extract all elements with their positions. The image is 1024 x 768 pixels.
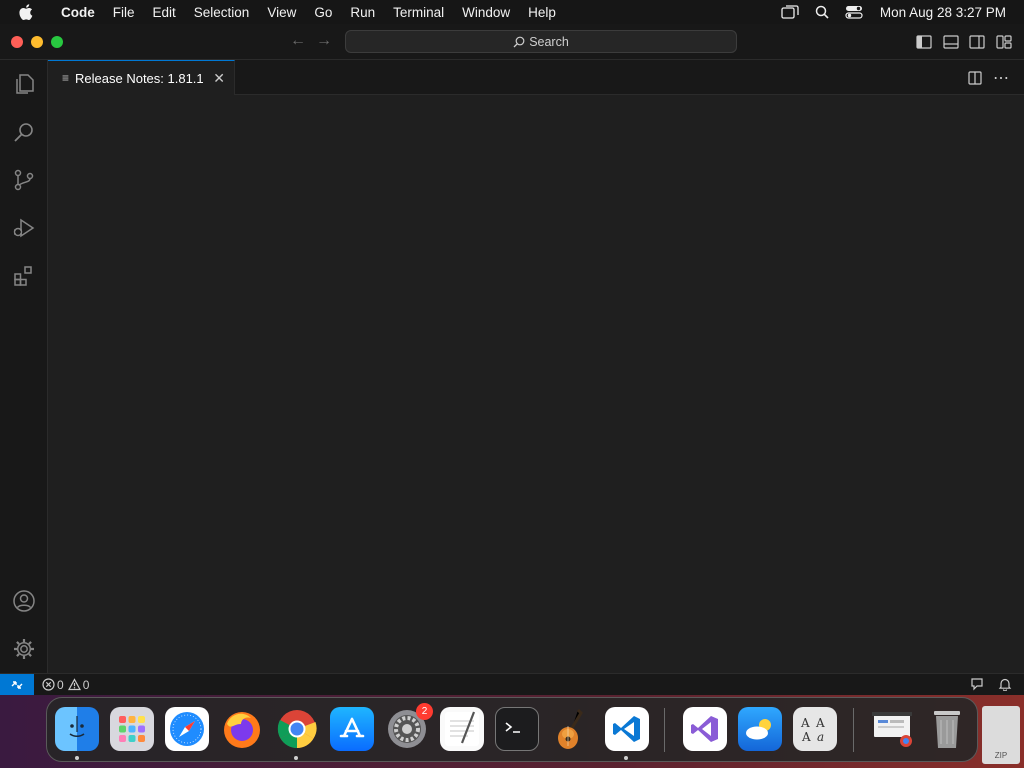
window-title-bar: ← → Search <box>0 24 1024 60</box>
menu-help[interactable]: Help <box>519 0 565 24</box>
menu-window[interactable]: Window <box>453 0 519 24</box>
safari-icon[interactable] <box>165 707 209 751</box>
extensions-icon[interactable] <box>0 252 48 300</box>
control-center-icon[interactable] <box>838 5 870 19</box>
weather-icon[interactable] <box>738 707 782 751</box>
toggle-secondary-sidebar-icon[interactable] <box>968 33 986 51</box>
editor-tab-bar: ≡ Release Notes: 1.81.1 ✕ ⋯ <box>48 60 1024 95</box>
finder-icon[interactable] <box>55 707 99 751</box>
chrome-running-indicator <box>294 756 298 760</box>
svg-text:A: A <box>801 730 811 744</box>
warning-icon <box>67 678 81 691</box>
firefox-icon[interactable] <box>220 707 264 751</box>
dock-separator <box>664 708 665 752</box>
zip-file-icon[interactable]: ZIP <box>982 706 1020 764</box>
terminal-icon[interactable] <box>495 707 539 751</box>
menu-view[interactable]: View <box>258 0 305 24</box>
remote-indicator-icon[interactable] <box>0 673 34 696</box>
feedback-icon[interactable] <box>970 677 984 694</box>
menu-run[interactable]: Run <box>341 0 384 24</box>
system-settings-icon[interactable]: 2 <box>385 703 433 751</box>
menu-edit[interactable]: Edit <box>144 0 185 24</box>
error-count: 0 <box>57 677 64 692</box>
toggle-primary-sidebar-icon[interactable] <box>915 33 933 51</box>
split-editor-icon[interactable] <box>966 69 984 87</box>
tab-release-notes[interactable]: ≡ Release Notes: 1.81.1 ✕ <box>48 60 235 95</box>
error-icon <box>42 678 55 691</box>
menu-bar-clock[interactable]: Mon Aug 28 3:27 PM <box>870 5 1006 20</box>
tab-label: Release Notes: 1.81.1 <box>75 70 204 86</box>
source-control-icon[interactable] <box>0 156 48 204</box>
menu-selection[interactable]: Selection <box>185 0 259 24</box>
command-center-label: Search <box>529 34 569 49</box>
launchpad-icon[interactable] <box>110 707 154 751</box>
editor-content[interactable] <box>48 95 1024 673</box>
app-store-icon[interactable] <box>330 707 374 751</box>
command-center-search[interactable]: Search <box>345 30 737 53</box>
menu-go[interactable]: Go <box>305 0 341 24</box>
notifications-bell-icon[interactable] <box>998 677 1012 694</box>
notification-badge: 2 <box>416 703 433 720</box>
window-minimize-button[interactable] <box>31 36 43 48</box>
mac-menu-bar: Code File Edit Selection View Go Run Ter… <box>0 0 1024 24</box>
menu-app-name[interactable]: Code <box>52 0 104 24</box>
search-icon <box>513 36 525 47</box>
navigate-forward-icon[interactable]: → <box>316 32 332 50</box>
downloads-stack-icon[interactable] <box>870 707 914 751</box>
run-and-debug-icon[interactable] <box>0 204 48 252</box>
visual-studio-icon[interactable] <box>683 707 727 751</box>
navigate-back-icon[interactable]: ← <box>290 32 306 50</box>
chrome-icon[interactable] <box>275 707 319 751</box>
close-icon[interactable]: ✕ <box>213 70 225 87</box>
trash-icon[interactable] <box>925 707 969 751</box>
font-book-icon[interactable]: AAAa <box>793 707 837 751</box>
more-actions-icon[interactable]: ⋯ <box>992 69 1010 87</box>
manage-gear-icon[interactable] <box>0 625 48 673</box>
dock-separator-2 <box>853 708 854 752</box>
vscode-running-indicator <box>624 756 628 760</box>
status-bar: 0 0 <box>0 673 1024 696</box>
menu-terminal[interactable]: Terminal <box>384 0 453 24</box>
svg-text:A: A <box>800 716 810 730</box>
spotlight-search-icon[interactable] <box>806 5 838 19</box>
accounts-icon[interactable] <box>0 577 48 625</box>
explorer-icon[interactable] <box>0 60 48 108</box>
svg-text:A: A <box>815 716 825 730</box>
warning-count: 0 <box>82 677 90 692</box>
mac-dock: 2 AAAa <box>46 697 978 762</box>
problems-indicator[interactable]: 0 0 <box>34 678 93 692</box>
finder-running-indicator <box>75 756 79 760</box>
search-view-icon[interactable] <box>0 108 48 156</box>
apple-menu-icon[interactable] <box>0 4 52 20</box>
customize-layout-icon[interactable] <box>995 33 1013 51</box>
activity-bar <box>0 60 48 673</box>
vscode-icon[interactable] <box>605 707 649 751</box>
menu-file[interactable]: File <box>104 0 144 24</box>
window-maximize-button[interactable] <box>51 36 63 48</box>
toggle-panel-icon[interactable] <box>942 33 960 51</box>
preview-icon: ≡ <box>62 71 70 85</box>
zip-label: ZIP <box>994 751 1008 760</box>
window-close-button[interactable] <box>11 36 23 48</box>
garageband-icon[interactable] <box>550 707 594 751</box>
textedit-icon[interactable] <box>440 707 484 751</box>
screen-mirroring-icon[interactable] <box>774 5 806 19</box>
svg-text:a: a <box>817 730 824 744</box>
